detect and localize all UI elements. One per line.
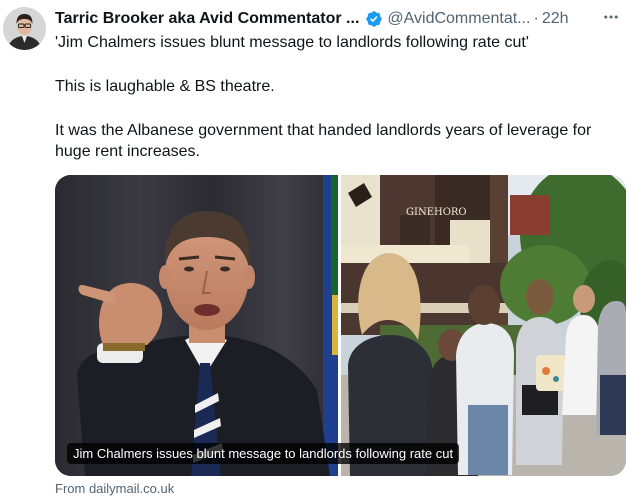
link-card[interactable]: GINEHORO Jim Chalmers issues blunt messa… (55, 175, 626, 476)
author-handle[interactable]: @AvidCommentat... (387, 9, 530, 29)
timestamp[interactable]: 22h (542, 9, 569, 29)
tweet-text-line: This is laughable & BS theatre. (55, 78, 275, 95)
card-image-rental-queue: GINEHORO (340, 175, 626, 476)
card-image-chalmers (55, 175, 340, 476)
building-sign: GINEHORO (406, 207, 467, 218)
separator-dot: · (533, 10, 539, 27)
tweet-text-line: 'Jim Chalmers issues blunt message to la… (55, 34, 529, 51)
tweet-header: Tarric Brooker aka Avid Commentator ... … (55, 8, 625, 30)
verified-badge-icon (366, 11, 383, 27)
avatar[interactable] (3, 7, 46, 50)
tweet-text-line: It was the Albanese government that hand… (55, 122, 592, 160)
card-source[interactable]: From dailymail.co.uk (55, 480, 174, 497)
author-name[interactable]: Tarric Brooker aka Avid Commentator ... (55, 9, 359, 29)
avatar-image (3, 7, 46, 50)
more-options-icon[interactable] (600, 6, 622, 28)
card-image-divider (338, 175, 341, 476)
card-title: Jim Chalmers issues blunt message to lan… (67, 443, 460, 464)
